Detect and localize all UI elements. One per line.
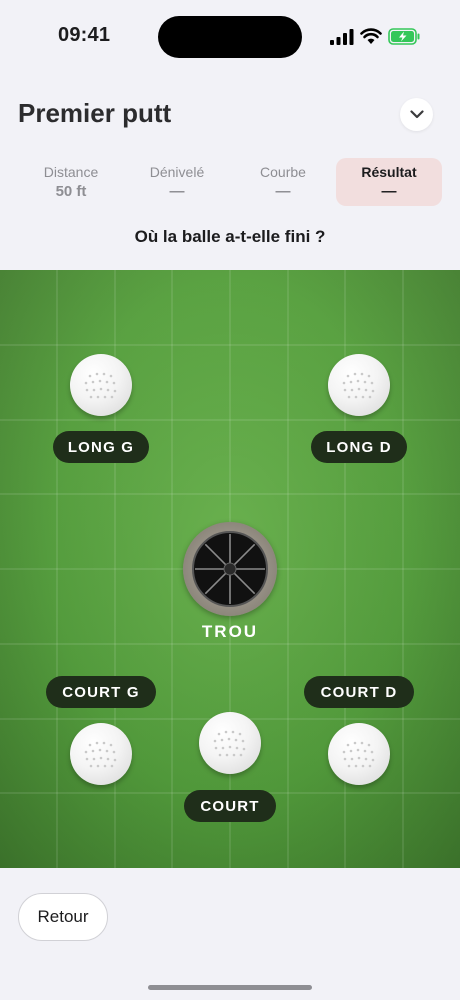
step-break[interactable]: Courbe —	[230, 158, 336, 206]
step-label: Distance	[43, 164, 99, 180]
chevron-down-icon	[409, 110, 424, 119]
step-distance[interactable]: Distance 50 ft	[18, 158, 124, 206]
putting-green: LONG G LONG D TROU COURT G COURT COURT D	[0, 270, 460, 868]
collapse-button[interactable]	[400, 98, 433, 131]
back-button[interactable]: Retour	[18, 893, 108, 941]
step-value: 50 ft	[55, 183, 87, 200]
golf-ball-dimples-icon	[84, 741, 117, 768]
golf-ball-long-right[interactable]	[328, 354, 390, 416]
position-short-right-button[interactable]: COURT D	[304, 676, 414, 708]
status-bar: 09:41	[0, 0, 460, 80]
hole-target[interactable]	[183, 522, 277, 616]
wifi-icon	[360, 28, 382, 44]
hole-label: TROU	[201, 622, 259, 641]
dynamic-island	[158, 16, 302, 58]
step-label: Courbe	[260, 164, 306, 180]
golf-ball-short-right[interactable]	[328, 723, 390, 785]
position-short-button[interactable]: COURT	[184, 790, 276, 822]
step-label: Résultat	[361, 164, 417, 180]
home-indicator[interactable]	[148, 985, 312, 990]
battery-charging-icon	[388, 28, 420, 45]
step-value: —	[275, 183, 291, 200]
position-long-right-button[interactable]: LONG D	[311, 431, 407, 463]
hole-cup-icon	[192, 531, 268, 607]
step-value: —	[169, 183, 185, 200]
position-long-left-button[interactable]: LONG G	[53, 431, 149, 463]
golf-ball-dimples-icon	[84, 372, 117, 399]
step-result[interactable]: Résultat —	[336, 158, 442, 206]
step-summary: Distance 50 ft Dénivelé — Courbe — Résul…	[18, 158, 442, 206]
step-slope[interactable]: Dénivelé —	[124, 158, 230, 206]
position-short-left-button[interactable]: COURT G	[46, 676, 156, 708]
golf-ball-dimples-icon	[342, 372, 375, 399]
golf-ball-dimples-icon	[213, 730, 246, 757]
golf-ball-long-left[interactable]	[70, 354, 132, 416]
golf-ball-dimples-icon	[342, 741, 375, 768]
status-time: 09:41	[58, 24, 111, 46]
cellular-signal-icon	[330, 29, 354, 45]
golf-ball-short-left[interactable]	[70, 723, 132, 785]
step-label: Dénivelé	[149, 164, 205, 180]
step-value: —	[381, 183, 397, 200]
page-title: Premier putt	[18, 98, 172, 128]
question-text: Où la balle a-t-elle fini ?	[134, 227, 326, 246]
golf-ball-short[interactable]	[199, 712, 261, 774]
